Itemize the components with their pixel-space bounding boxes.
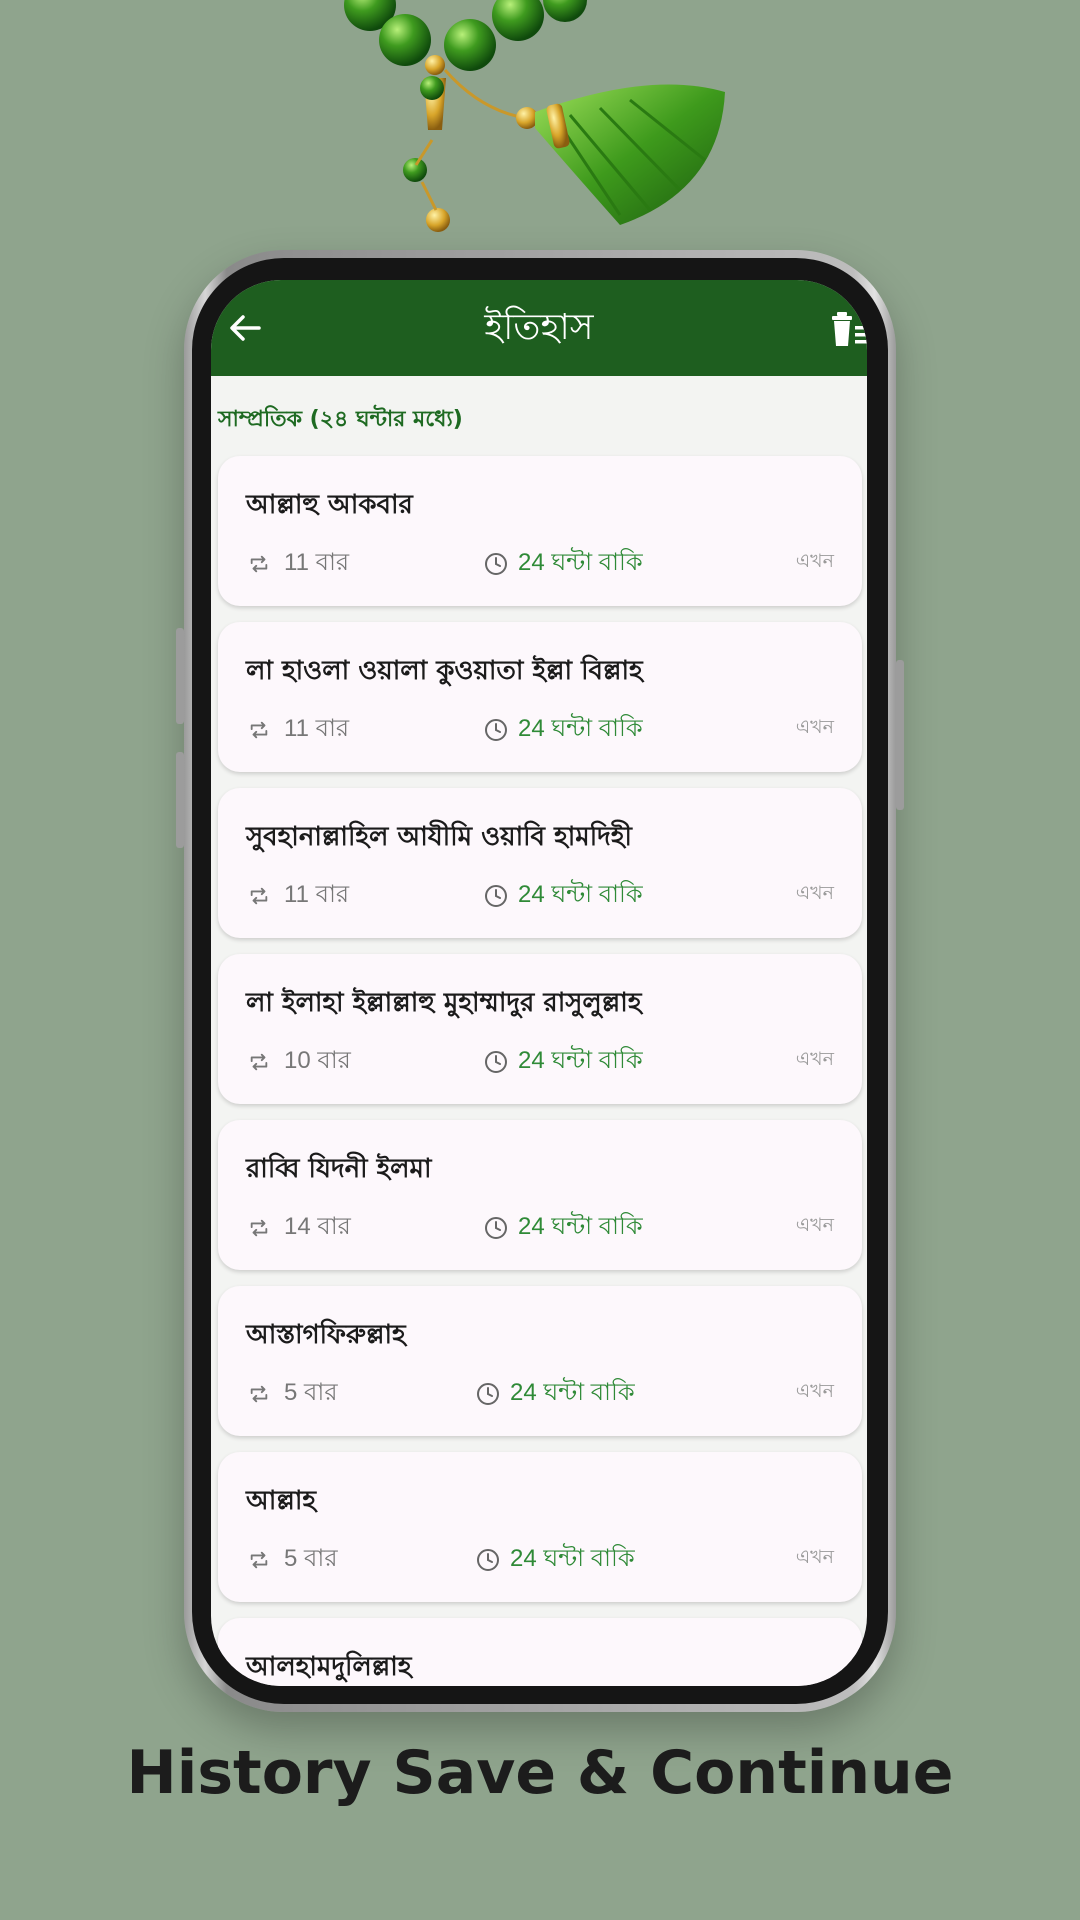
dhikr-name: লা ইলাহা ইল্লাল্লাহু মুহাম্মাদুর রাসুলুল… bbox=[246, 988, 642, 1018]
time-remaining: 24 ঘন্টা বাকি bbox=[518, 881, 643, 908]
dhikr-name: লা হাওলা ওয়ালা কুওয়াতা ইল্লা বিল্লাহ bbox=[246, 656, 643, 686]
repeat-icon bbox=[250, 555, 268, 573]
repeat-count: 10 বার bbox=[284, 1047, 351, 1074]
history-card[interactable]: লা হাওলা ওয়ালা কুওয়াতা ইল্লা বিল্লাহ 1… bbox=[218, 622, 862, 772]
repeat-count: 11 বার bbox=[284, 549, 350, 576]
time-remaining: 24 ঘন্টা বাকি bbox=[510, 1545, 635, 1572]
timestamp: এখন bbox=[795, 1546, 834, 1568]
section-heading-recent: সাম্প্রতিক (২৪ ঘন্টার মধ্যে) bbox=[218, 407, 463, 432]
promo-caption: History Save & Continue bbox=[126, 1738, 954, 1808]
timestamp: এখন bbox=[795, 1048, 834, 1070]
app-bar: ইতিহাস bbox=[211, 280, 867, 376]
clock-icon bbox=[485, 553, 507, 575]
timestamp: এখন bbox=[795, 1380, 834, 1402]
time-remaining: 24 ঘন্টা বাকি bbox=[518, 1213, 643, 1240]
timestamp: এখন bbox=[795, 716, 834, 738]
page-title: ইতিহাস bbox=[484, 307, 594, 348]
repeat-count: 5 বার bbox=[284, 1545, 338, 1572]
clock-icon bbox=[485, 1217, 507, 1239]
phone-volume-up-button bbox=[176, 628, 184, 724]
dhikr-name: আল্লাহু আকবার bbox=[246, 490, 413, 520]
trash-list-icon[interactable] bbox=[831, 310, 867, 348]
timestamp: এখন bbox=[795, 550, 834, 572]
phone-power-button bbox=[896, 660, 904, 810]
dhikr-name: আল্লাহ bbox=[246, 1486, 317, 1516]
repeat-icon bbox=[250, 1551, 268, 1569]
history-card[interactable]: আল্লাহ 5 বার 24 ঘন্টা বাকি এখন bbox=[218, 1452, 862, 1602]
repeat-icon bbox=[250, 1053, 268, 1071]
clock-icon bbox=[485, 1051, 507, 1073]
repeat-count: 11 বার bbox=[284, 715, 350, 742]
history-card[interactable]: লা ইলাহা ইল্লাল্লাহু মুহাম্মাদুর রাসুলুল… bbox=[218, 954, 862, 1104]
history-card[interactable]: আল্লাহু আকবার 11 বার 24 ঘন্টা বাকি এখন bbox=[218, 456, 862, 606]
history-card[interactable]: সুবহানাল্লাহিল আযীমি ওয়াবি হামদিহী 11 ব… bbox=[218, 788, 862, 938]
history-card[interactable]: আস্তাগফিরুল্লাহ 5 বার 24 ঘন্টা বাকি এখন bbox=[218, 1286, 862, 1436]
repeat-icon bbox=[250, 1385, 268, 1403]
history-card[interactable]: আলহামদুলিল্লাহ bbox=[218, 1618, 862, 1686]
clock-icon bbox=[477, 1549, 499, 1571]
tasbih-decoration-icon bbox=[344, 0, 725, 232]
repeat-icon bbox=[250, 887, 268, 905]
phone-screen: ইতিহাস সাম্প্রতিক (২৪ ঘন্টার মধ্যে) আল্ল… bbox=[211, 280, 867, 1686]
phone-volume-down-button bbox=[176, 752, 184, 848]
repeat-count: 14 বার bbox=[284, 1213, 351, 1240]
time-remaining: 24 ঘন্টা বাকি bbox=[510, 1379, 635, 1406]
repeat-icon bbox=[250, 721, 268, 739]
repeat-count: 5 বার bbox=[284, 1379, 338, 1406]
clock-icon bbox=[477, 1383, 499, 1405]
clock-icon bbox=[485, 719, 507, 741]
timestamp: এখন bbox=[795, 1214, 834, 1236]
history-card[interactable]: রাব্বি যিদনী ইলমা 14 বার 24 ঘন্টা বাকি এ… bbox=[218, 1120, 862, 1270]
dhikr-name: আলহামদুলিল্লাহ bbox=[246, 1652, 412, 1682]
clock-icon bbox=[485, 885, 507, 907]
dhikr-name: রাব্বি যিদনী ইলমা bbox=[246, 1154, 432, 1184]
time-remaining: 24 ঘন্টা বাকি bbox=[518, 715, 643, 742]
timestamp: এখন bbox=[795, 882, 834, 904]
repeat-count: 11 বার bbox=[284, 881, 350, 908]
time-remaining: 24 ঘন্টা বাকি bbox=[518, 549, 643, 576]
time-remaining: 24 ঘন্টা বাকি bbox=[518, 1047, 643, 1074]
repeat-icon bbox=[250, 1219, 268, 1237]
dhikr-name: সুবহানাল্লাহিল আযীমি ওয়াবি হামদিহী bbox=[246, 822, 632, 852]
dhikr-name: আস্তাগফিরুল্লাহ bbox=[246, 1320, 406, 1350]
